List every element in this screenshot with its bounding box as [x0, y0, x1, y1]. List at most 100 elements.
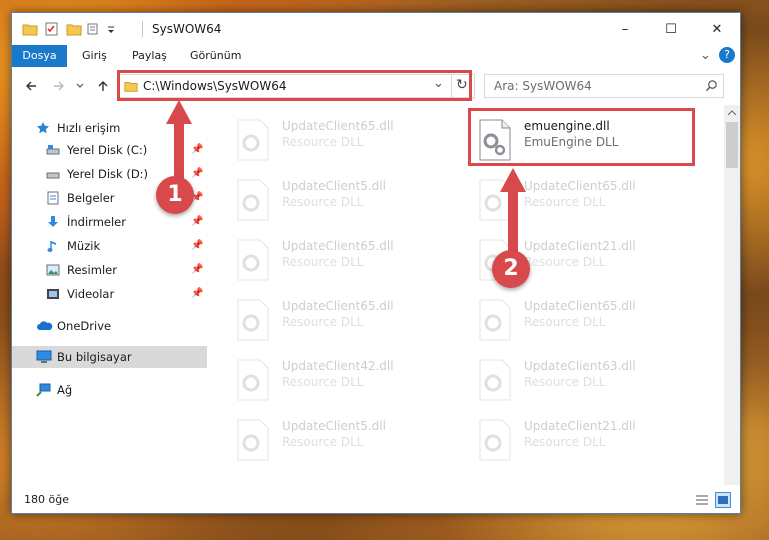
pin-icon: 📌: [191, 288, 204, 299]
forward-button[interactable]: [50, 76, 68, 96]
up-button[interactable]: [94, 76, 112, 96]
file-description: Resource DLL: [282, 255, 364, 269]
file-item[interactable]: UpdateClient5.dll Resource DLL: [228, 173, 458, 227]
sidebar-item-label: OneDrive: [57, 319, 112, 333]
step-badge-1: 1: [156, 176, 194, 214]
file-name: UpdateClient65.dll: [524, 299, 636, 313]
file-description: Resource DLL: [524, 195, 606, 209]
folder-icon[interactable]: [22, 21, 38, 37]
sidebar-item-label: Yerel Disk (D:): [67, 167, 149, 181]
file-description: Resource DLL: [282, 375, 364, 389]
arrow-up-icon: [98, 81, 108, 91]
sidebar-item-label: Yerel Disk (C:): [67, 143, 148, 157]
file-name: UpdateClient63.dll: [524, 359, 636, 373]
file-description: Resource DLL: [524, 255, 606, 269]
search-icon[interactable]: [705, 79, 718, 92]
documents-icon: [47, 191, 59, 205]
file-item[interactable]: UpdateClient65.dll Resource DLL: [228, 233, 458, 287]
video-icon: [47, 289, 59, 299]
address-bar-highlight: [117, 70, 472, 101]
download-icon: [48, 216, 58, 227]
file-item[interactable]: UpdateClient42.dll Resource DLL: [228, 353, 458, 407]
tab-share[interactable]: Paylaş: [132, 45, 167, 67]
dll-file-icon: [479, 299, 511, 341]
arrow-right-icon: [54, 81, 64, 91]
sidebar-item-this-pc[interactable]: Bu bilgisayar: [12, 346, 207, 368]
sidebar-item-music[interactable]: Müzik 📌: [12, 235, 207, 257]
new-folder-icon[interactable]: [66, 21, 82, 37]
pin-icon: 📌: [191, 240, 204, 251]
computer-icon: [36, 350, 52, 363]
sidebar-item-label: Bu bilgisayar: [57, 350, 132, 364]
file-name: UpdateClient21.dll: [524, 419, 636, 433]
sidebar-item-label: Resimler: [67, 263, 117, 277]
status-bar: 180 öğe: [12, 487, 740, 513]
file-item[interactable]: UpdateClient63.dll Resource DLL: [470, 353, 700, 407]
drive-icon: [46, 172, 60, 179]
file-name: UpdateClient65.dll: [282, 119, 394, 133]
file-description: Resource DLL: [524, 375, 606, 389]
tab-home[interactable]: Giriş: [82, 45, 107, 67]
large-icons-view-icon[interactable]: [715, 492, 731, 508]
dll-file-icon: [237, 239, 269, 281]
network-icon: [36, 383, 51, 397]
scrollbar-thumb[interactable]: [726, 122, 738, 168]
dll-file-icon: [237, 179, 269, 221]
title-separator: [142, 21, 143, 37]
customize-icon[interactable]: [86, 21, 102, 37]
file-name: UpdateClient5.dll: [282, 179, 386, 193]
sidebar-item-network[interactable]: Ağ: [12, 379, 207, 401]
dll-file-icon: [479, 419, 511, 461]
pin-icon: 📌: [191, 216, 204, 227]
dll-file-icon: [237, 299, 269, 341]
file-description: Resource DLL: [524, 315, 606, 329]
back-button[interactable]: [22, 76, 40, 96]
file-highlight: [468, 108, 695, 166]
window-title: SysWOW64: [152, 22, 222, 36]
dll-file-icon: [237, 359, 269, 401]
sidebar-item-pictures[interactable]: Resimler 📌: [12, 259, 207, 281]
file-description: Resource DLL: [282, 435, 364, 449]
file-name: UpdateClient21.dll: [524, 239, 636, 253]
sidebar-item-videos[interactable]: Videolar 📌: [12, 283, 207, 305]
file-item[interactable]: UpdateClient65.dll Resource DLL: [228, 113, 458, 167]
scroll-up-icon[interactable]: [727, 109, 737, 117]
file-item[interactable]: UpdateClient5.dll Resource DLL: [228, 413, 458, 467]
dll-file-icon: [479, 359, 511, 401]
sidebar-item-label: Müzik: [67, 239, 101, 253]
file-description: Resource DLL: [282, 195, 364, 209]
chevron-down-icon: [76, 83, 84, 88]
help-icon[interactable]: ?: [719, 47, 735, 63]
file-item[interactable]: UpdateClient65.dll Resource DLL: [470, 293, 700, 347]
file-description: Resource DLL: [282, 315, 364, 329]
search-field[interactable]: Ara: SysWOW64: [484, 74, 724, 98]
file-name: UpdateClient42.dll: [282, 359, 394, 373]
sidebar-item-downloads[interactable]: İndirmeler 📌: [12, 211, 207, 233]
music-icon: [47, 241, 56, 252]
minimize-button[interactable]: –: [602, 13, 648, 45]
chevron-down-icon[interactable]: ⌄: [700, 45, 711, 67]
file-item[interactable]: UpdateClient65.dll Resource DLL: [228, 293, 458, 347]
quick-access-dropdown-icon[interactable]: [106, 21, 116, 37]
vertical-scrollbar[interactable]: [724, 105, 740, 485]
file-name: UpdateClient5.dll: [282, 419, 386, 433]
file-name: UpdateClient65.dll: [524, 179, 636, 193]
details-view-icon[interactable]: [695, 493, 709, 507]
sidebar-item-label: Videolar: [67, 287, 115, 301]
item-count: 180 öğe: [24, 493, 69, 506]
file-item[interactable]: UpdateClient21.dll Resource DLL: [470, 413, 700, 467]
recent-locations-button[interactable]: [74, 76, 86, 96]
file-description: Resource DLL: [282, 135, 364, 149]
tab-file[interactable]: Dosya: [12, 45, 67, 67]
file-description: Resource DLL: [524, 435, 606, 449]
maximize-button[interactable]: ☐: [648, 13, 694, 45]
properties-icon[interactable]: [44, 21, 60, 37]
star-icon: [37, 122, 49, 134]
sidebar-item-label: Ağ: [57, 383, 73, 397]
file-name: UpdateClient65.dll: [282, 239, 394, 253]
step-badge-2: 2: [492, 250, 530, 288]
sidebar-item-onedrive[interactable]: OneDrive: [12, 315, 207, 337]
sidebar-item-label: Hızlı erişim: [57, 121, 121, 135]
close-button[interactable]: ✕: [694, 13, 740, 45]
tab-view[interactable]: Görünüm: [190, 45, 241, 67]
